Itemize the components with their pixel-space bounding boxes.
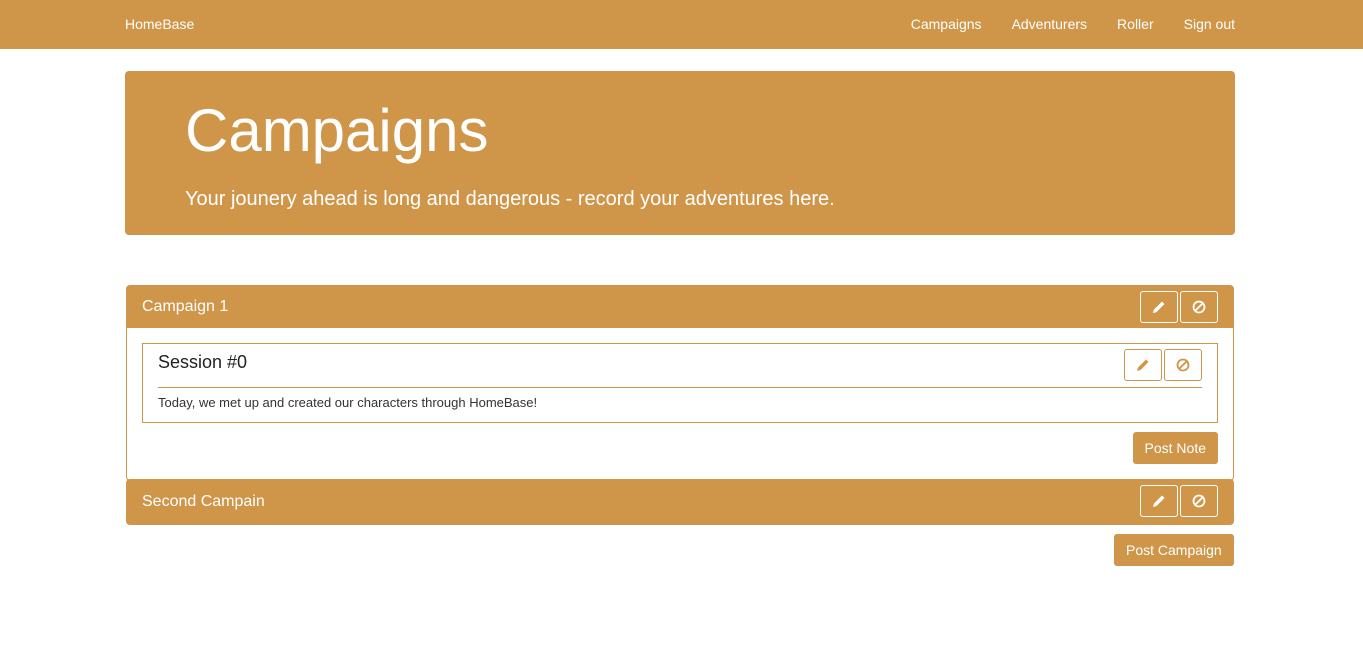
campaign-panel: Second Campain bbox=[126, 479, 1234, 525]
campaign-title: Second Campain bbox=[142, 493, 265, 510]
nav-link-campaigns[interactable]: Campaigns bbox=[911, 0, 982, 49]
pencil-icon bbox=[1153, 301, 1165, 313]
ban-icon bbox=[1192, 494, 1206, 508]
delete-campaign-button[interactable] bbox=[1180, 485, 1218, 517]
page-title: Campaigns bbox=[185, 97, 489, 164]
session-title: Session #0 bbox=[158, 352, 248, 372]
pencil-icon bbox=[1153, 495, 1165, 507]
brand-link[interactable]: HomeBase bbox=[125, 0, 194, 49]
campaign-heading[interactable]: Campaign 1 bbox=[127, 286, 1233, 328]
navbar: HomeBase Campaigns Adventurers Roller Si… bbox=[0, 0, 1363, 49]
session-card: Session #0 Today, we met up and created … bbox=[142, 343, 1218, 423]
edit-session-button[interactable] bbox=[1124, 349, 1162, 381]
post-note-button[interactable]: Post Note bbox=[1132, 432, 1218, 464]
campaign-actions bbox=[1138, 485, 1218, 517]
nav-link-sign-out[interactable]: Sign out bbox=[1184, 0, 1235, 49]
ban-icon bbox=[1176, 358, 1190, 372]
campaign-panel: Campaign 1 Session #0 Today, we met up a… bbox=[126, 285, 1234, 481]
session-actions bbox=[1122, 349, 1202, 381]
delete-campaign-button[interactable] bbox=[1180, 291, 1218, 323]
campaign-title: Campaign 1 bbox=[142, 298, 229, 315]
ban-icon bbox=[1192, 300, 1206, 314]
campaign-heading[interactable]: Second Campain bbox=[127, 480, 1233, 524]
nav-links: Campaigns Adventurers Roller Sign out bbox=[881, 0, 1235, 49]
nav-link-roller[interactable]: Roller bbox=[1117, 0, 1154, 49]
post-campaign-button[interactable]: Post Campaign bbox=[1114, 534, 1234, 566]
page-subtitle: Your jounery ahead is long and dangerous… bbox=[185, 188, 835, 210]
session-divider bbox=[158, 387, 1202, 388]
campaign-actions bbox=[1138, 291, 1218, 323]
page-header: Campaigns Your jounery ahead is long and… bbox=[125, 71, 1235, 235]
edit-campaign-button[interactable] bbox=[1140, 485, 1178, 517]
edit-campaign-button[interactable] bbox=[1140, 291, 1178, 323]
delete-session-button[interactable] bbox=[1164, 349, 1202, 381]
session-notes: Today, we met up and created our charact… bbox=[158, 395, 538, 410]
nav-link-adventurers[interactable]: Adventurers bbox=[1012, 0, 1087, 49]
pencil-icon bbox=[1137, 359, 1149, 371]
